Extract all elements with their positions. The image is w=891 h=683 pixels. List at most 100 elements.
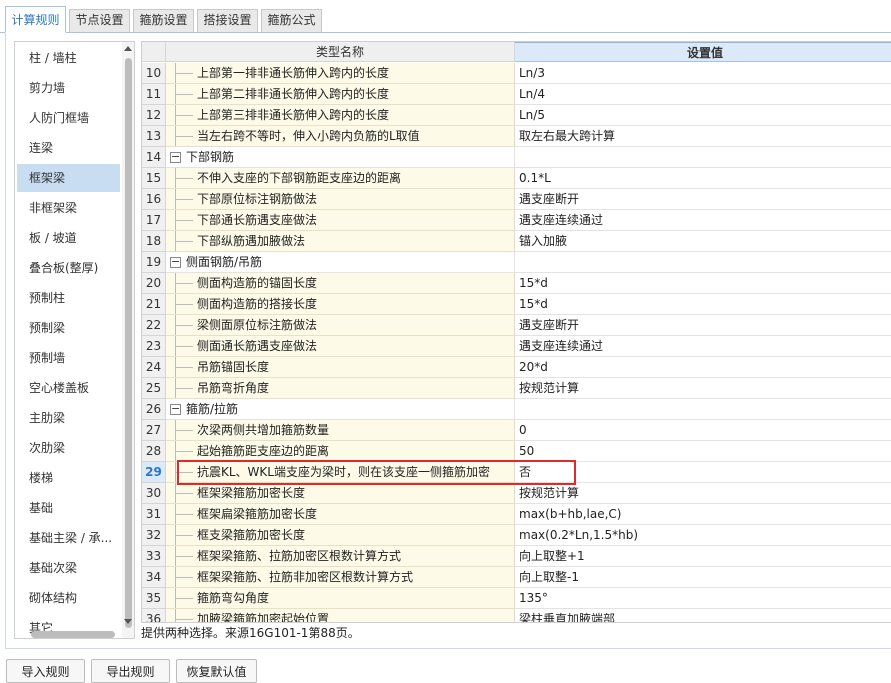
type-name-cell[interactable]: 下部纵筋遇加腋做法 <box>166 231 515 252</box>
table-row[interactable]: 16 下部原位标注钢筋做法 遇支座断开 <box>142 189 891 210</box>
type-name-cell[interactable]: 下部原位标注钢筋做法 <box>166 189 515 210</box>
type-name-cell[interactable]: 侧面构造筋的锚固长度 <box>166 273 515 294</box>
table-row[interactable]: 35 箍筋弯勾角度 135° <box>142 588 891 609</box>
type-name-cell[interactable]: 框架梁箍筋、拉筋非加密区根数计算方式 <box>166 567 515 588</box>
category-item[interactable]: 空心楼盖板 <box>17 374 120 402</box>
type-name-cell[interactable]: 吊筋锚固长度 <box>166 357 515 378</box>
table-row[interactable]: 22 梁侧面原位标注筋做法 遇支座断开 <box>142 315 891 336</box>
row-number[interactable]: 29 <box>142 462 166 483</box>
setting-value-cell[interactable]: 向上取整+1 <box>515 546 891 567</box>
tab-node-settings[interactable]: 节点设置 <box>69 9 130 32</box>
category-item[interactable]: 预制梁 <box>17 314 120 342</box>
table-row[interactable]: 29 抗震KL、WKL端支座为梁时，则在该支座一侧箍筋加密 否 <box>142 462 891 483</box>
type-name-cell[interactable]: 加腋梁箍筋加密起始位置 <box>166 609 515 622</box>
type-name-cell[interactable]: − 下部钢筋 <box>166 147 515 168</box>
setting-value-cell[interactable]: 135° <box>515 588 891 609</box>
table-row[interactable]: 28 起始箍筋距支座边的距离 50 <box>142 441 891 462</box>
tab-stirrup-formula[interactable]: 箍筋公式 <box>261 9 322 32</box>
row-number[interactable]: 35 <box>142 588 166 609</box>
row-number[interactable]: 11 <box>142 84 166 105</box>
setting-value-cell[interactable]: 锚入加腋 <box>515 231 891 252</box>
table-row[interactable]: 36 加腋梁箍筋加密起始位置 梁柱垂直加腋端部 <box>142 609 891 622</box>
setting-value-cell[interactable]: 50 <box>515 441 891 462</box>
setting-value-cell-current[interactable]: 否 <box>515 462 891 483</box>
type-name-cell[interactable]: 箍筋弯勾角度 <box>166 588 515 609</box>
category-item[interactable]: 次肋梁 <box>17 434 120 462</box>
row-number[interactable]: 17 <box>142 210 166 231</box>
setting-value-cell[interactable] <box>515 147 891 168</box>
type-name-cell[interactable]: 抗震KL、WKL端支座为梁时，则在该支座一侧箍筋加密 <box>166 462 515 483</box>
table-row[interactable]: 15 不伸入支座的下部钢筋距支座边的距离 0.1*L <box>142 168 891 189</box>
table-row[interactable]: 10 上部第一排非通长筋伸入跨内的长度 Ln/3 <box>142 63 891 84</box>
setting-value-cell[interactable]: 0.1*L <box>515 168 891 189</box>
row-number[interactable]: 22 <box>142 315 166 336</box>
export-rules-button[interactable]: 导出规则 <box>91 659 170 683</box>
type-name-cell[interactable]: − 侧面钢筋/吊筋 <box>166 252 515 273</box>
tab-calc-rules[interactable]: 计算规则 <box>5 6 66 33</box>
category-item[interactable]: 楼梯 <box>17 464 120 492</box>
row-number[interactable]: 33 <box>142 546 166 567</box>
type-name-cell[interactable]: 下部通长筋遇支座做法 <box>166 210 515 231</box>
setting-value-cell[interactable]: 15*d <box>515 294 891 315</box>
setting-value-cell[interactable]: 取左右最大跨计算 <box>515 126 891 147</box>
row-number[interactable]: 28 <box>142 441 166 462</box>
category-item[interactable]: 基础 <box>17 494 120 522</box>
row-number[interactable]: 20 <box>142 273 166 294</box>
category-item[interactable]: 人防门框墙 <box>17 104 120 132</box>
row-number[interactable]: 10 <box>142 63 166 84</box>
setting-value-cell[interactable]: 0 <box>515 420 891 441</box>
category-item[interactable]: 叠合板(整厚) <box>17 254 120 282</box>
table-row[interactable]: 23 侧面通长筋遇支座做法 遇支座连续通过 <box>142 336 891 357</box>
category-vertical-scrollbar[interactable] <box>122 42 134 638</box>
type-name-cell[interactable]: 当左右跨不等时，伸入小跨内负筋的L取值 <box>166 126 515 147</box>
row-number[interactable]: 24 <box>142 357 166 378</box>
type-name-cell[interactable]: 起始箍筋距支座边的距离 <box>166 441 515 462</box>
row-number[interactable]: 34 <box>142 567 166 588</box>
row-number[interactable]: 32 <box>142 525 166 546</box>
category-item[interactable]: 基础次梁 <box>17 554 120 582</box>
type-name-cell[interactable]: 框架扁梁箍筋加密长度 <box>166 504 515 525</box>
tab-lap-settings[interactable]: 搭接设置 <box>197 9 258 32</box>
setting-value-cell[interactable]: 遇支座断开 <box>515 189 891 210</box>
table-row[interactable]: 12 上部第三排非通长筋伸入跨内的长度 Ln/5 <box>142 105 891 126</box>
category-item[interactable]: 剪力墙 <box>17 74 120 102</box>
category-item[interactable]: 连梁 <box>17 134 120 162</box>
type-name-cell[interactable]: 上部第二排非通长筋伸入跨内的长度 <box>166 84 515 105</box>
setting-value-cell[interactable]: Ln/3 <box>515 63 891 84</box>
setting-value-cell[interactable]: max(b+hb,lae,C) <box>515 504 891 525</box>
table-row[interactable]: 20 侧面构造筋的锚固长度 15*d <box>142 273 891 294</box>
type-name-cell[interactable]: 梁侧面原位标注筋做法 <box>166 315 515 336</box>
row-number[interactable]: 12 <box>142 105 166 126</box>
category-item[interactable]: 框架梁 <box>17 164 120 192</box>
category-item[interactable]: 非框架梁 <box>17 194 120 222</box>
table-row[interactable]: 32 框支梁箍筋加密长度 max(0.2*Ln,1.5*hb) <box>142 525 891 546</box>
category-item[interactable]: 板 / 坡道 <box>17 224 120 252</box>
row-number[interactable]: 36 <box>142 609 166 622</box>
type-name-cell[interactable]: 次梁两侧共增加箍筋数量 <box>166 420 515 441</box>
row-number[interactable]: 26 <box>142 399 166 420</box>
type-name-cell[interactable]: 上部第三排非通长筋伸入跨内的长度 <box>166 105 515 126</box>
table-row[interactable]: 13 当左右跨不等时，伸入小跨内负筋的L取值 取左右最大跨计算 <box>142 126 891 147</box>
table-row[interactable]: 30 框架梁箍筋加密长度 按规范计算 <box>142 483 891 504</box>
setting-value-cell[interactable]: 遇支座连续通过 <box>515 210 891 231</box>
row-number[interactable]: 27 <box>142 420 166 441</box>
category-item[interactable]: 基础主梁 / 承... <box>17 524 120 552</box>
type-name-cell[interactable]: 不伸入支座的下部钢筋距支座边的距离 <box>166 168 515 189</box>
collapse-toggle-icon[interactable]: − <box>170 151 181 163</box>
category-item[interactable]: 主肋梁 <box>17 404 120 432</box>
collapse-toggle-icon[interactable]: − <box>170 403 181 415</box>
category-item[interactable]: 预制柱 <box>17 284 120 312</box>
setting-value-cell[interactable] <box>515 252 891 273</box>
setting-value-cell[interactable] <box>515 399 891 420</box>
table-row[interactable]: 33 框架梁箍筋、拉筋加密区根数计算方式 向上取整+1 <box>142 546 891 567</box>
setting-value-cell[interactable]: 15*d <box>515 273 891 294</box>
table-row[interactable]: 17 下部通长筋遇支座做法 遇支座连续通过 <box>142 210 891 231</box>
table-row[interactable]: 11 上部第二排非通长筋伸入跨内的长度 Ln/4 <box>142 84 891 105</box>
type-name-cell[interactable]: 吊筋弯折角度 <box>166 378 515 399</box>
table-row[interactable]: 24 吊筋锚固长度 20*d <box>142 357 891 378</box>
group-row[interactable]: 19− 侧面钢筋/吊筋 <box>142 252 891 273</box>
setting-value-header[interactable]: 设置值 <box>515 42 891 62</box>
import-rules-button[interactable]: 导入规则 <box>6 659 85 683</box>
row-number[interactable]: 18 <box>142 231 166 252</box>
row-number[interactable]: 25 <box>142 378 166 399</box>
